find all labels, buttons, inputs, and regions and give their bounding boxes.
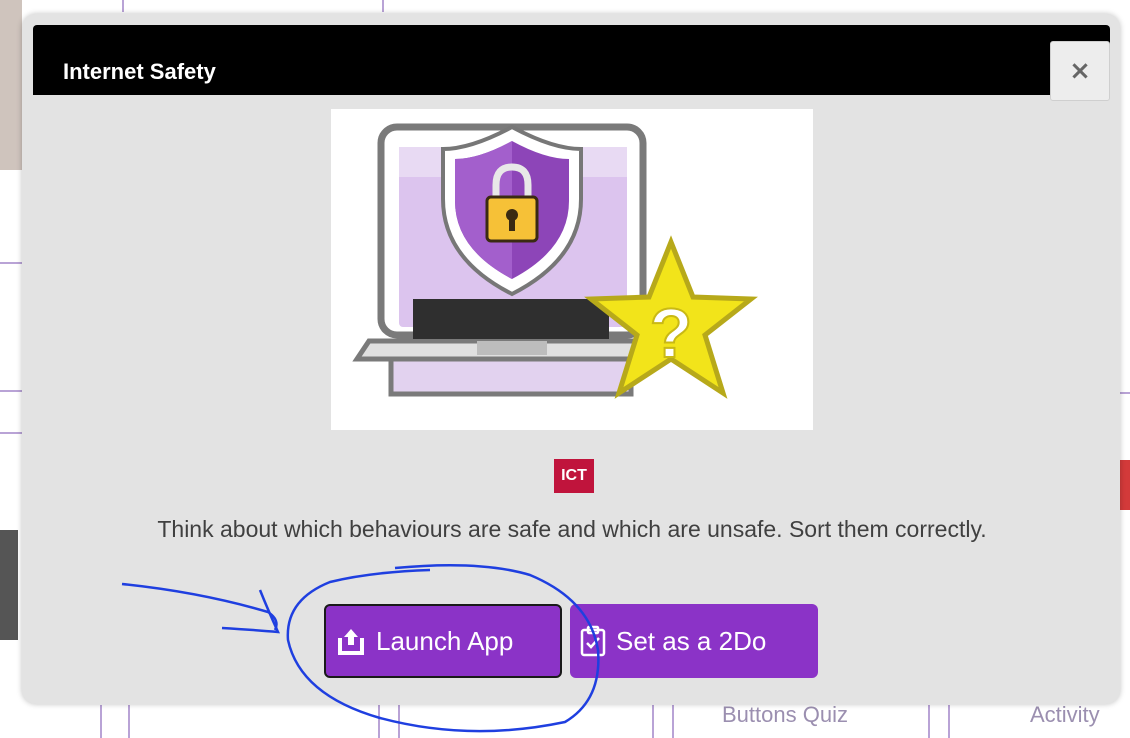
tile-border (382, 0, 384, 12)
close-button[interactable]: × (1050, 41, 1110, 101)
tile-thumbnail (0, 530, 18, 640)
tile-border (948, 705, 950, 738)
tile-border (0, 262, 22, 264)
clipboard-check-icon (580, 625, 606, 657)
modal-title: Internet Safety (63, 59, 216, 84)
set-as-2do-label: Set as a 2Do (616, 625, 767, 656)
set-as-2do-button[interactable]: Set as a 2Do (570, 604, 818, 678)
launch-app-label: Launch App (376, 625, 514, 656)
tile-thumbnail (1120, 460, 1130, 510)
tile-label[interactable]: Activity (1030, 702, 1100, 728)
tile-border (378, 705, 380, 738)
close-icon: × (1069, 56, 1091, 86)
tile-border (128, 705, 130, 738)
tile-border (652, 705, 654, 738)
launch-app-button[interactable]: Launch App (324, 604, 562, 678)
tile-border (398, 705, 400, 738)
tile-border (0, 390, 22, 392)
app-description: Think about which behaviours are safe an… (157, 516, 987, 542)
laptop-shield-star-illustration: ? (352, 123, 758, 399)
svg-text:?: ? (650, 294, 693, 372)
tile-border (0, 432, 22, 434)
subject-badge: ICT (554, 459, 594, 493)
app-thumbnail: ? (331, 109, 813, 430)
tile-border (928, 705, 930, 738)
tile-border (122, 0, 124, 12)
modal-header: Internet Safety × (33, 25, 1110, 101)
launch-app-icon (338, 629, 364, 655)
tile-thumbnail (0, 0, 22, 170)
tile-border (672, 705, 674, 738)
app-details-modal: Internet Safety × ? ICT Think about whic… (22, 14, 1120, 704)
tile-border (100, 705, 102, 738)
tile-label[interactable]: Buttons Quiz (722, 702, 848, 728)
tile-border (1120, 392, 1130, 394)
